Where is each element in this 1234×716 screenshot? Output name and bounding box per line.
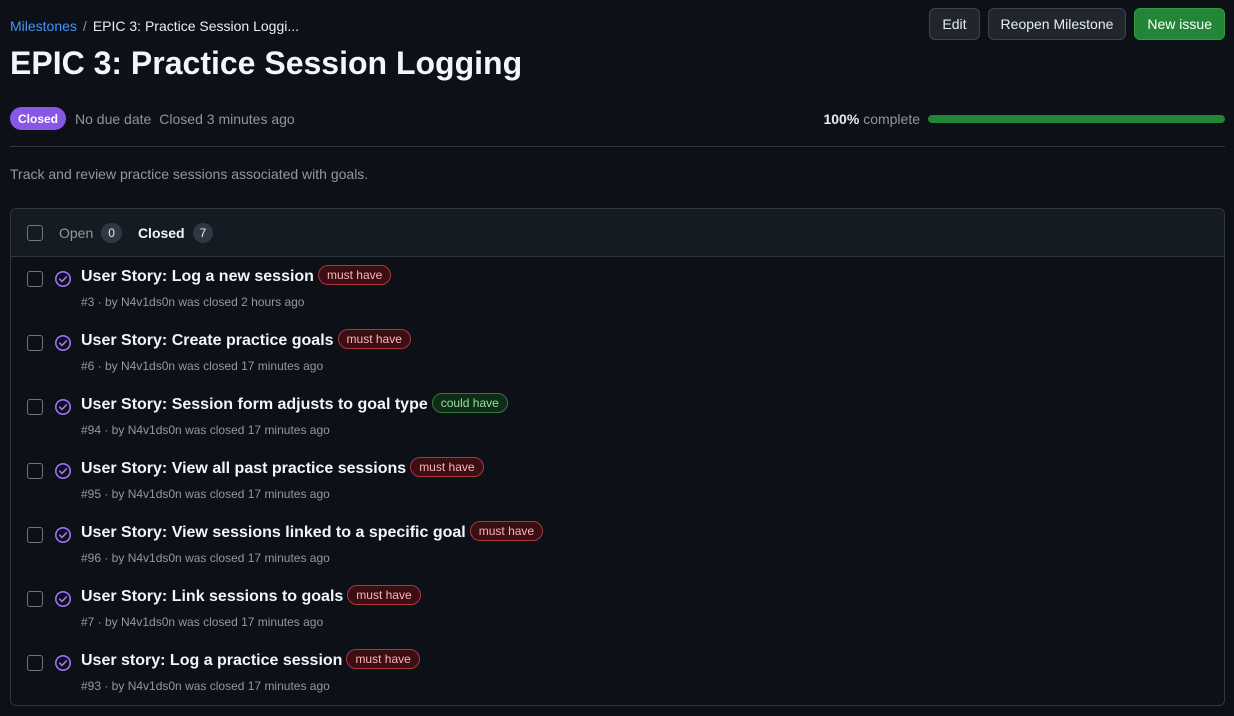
issue-title-line: User Story: Session form adjusts to goal… <box>81 393 508 415</box>
issue-checkbox[interactable] <box>27 463 43 479</box>
milestone-meta-text: No due date Closed 3 minutes ago <box>75 111 295 127</box>
progress-label: 100% complete <box>823 111 920 127</box>
progress-bar-fill <box>928 115 1225 123</box>
issue-title-link[interactable]: User story: Log a practice session <box>81 652 342 670</box>
issue-label[interactable]: must have <box>337 329 411 349</box>
issue-row: User story: Log a practice session must … <box>11 641 1224 705</box>
issue-closed-icon <box>55 527 71 543</box>
issue-title-line: User Story: Log a new session must have <box>81 265 392 287</box>
milestone-description: Track and review practice sessions assoc… <box>10 166 369 182</box>
page-title: EPIC 3: Practice Session Logging <box>10 45 523 81</box>
filter-open-count: 0 <box>101 222 122 243</box>
issue-meta: #94 · by N4v1ds0n was closed 17 minutes … <box>81 423 330 437</box>
status-badge: Closed <box>10 107 67 130</box>
issue-checkbox[interactable] <box>27 655 43 671</box>
issue-title-line: User Story: View all past practice sessi… <box>81 457 484 479</box>
issue-checkbox[interactable] <box>27 591 43 607</box>
issue-meta: #95 · by N4v1ds0n was closed 17 minutes … <box>81 487 330 501</box>
issue-closed-icon <box>55 655 71 671</box>
issue-title-line: User story: Log a practice session must … <box>81 649 420 671</box>
select-all-checkbox[interactable] <box>27 224 43 241</box>
issue-meta: #7 · by N4v1ds0n was closed 17 minutes a… <box>81 615 324 629</box>
issue-row: User Story: Session form adjusts to goal… <box>11 385 1224 449</box>
filter-closed-label: Closed <box>137 224 185 241</box>
issue-label[interactable]: could have <box>431 393 508 413</box>
issue-title-link[interactable]: User Story: Link sessions to goals <box>81 588 343 606</box>
issue-title-link[interactable]: User Story: View all past practice sessi… <box>81 460 406 478</box>
filter-open[interactable]: Open 0 <box>59 222 122 243</box>
breadcrumb-current: EPIC 3: Practice Session Loggi... <box>92 18 300 34</box>
issue-closed-icon <box>55 399 71 415</box>
milestone-meta: Closed No due date Closed 3 minutes ago 1… <box>10 107 1225 131</box>
top-bar: Milestones / EPIC 3: Practice Session Logg… <box>10 8 1225 40</box>
issue-row: User Story: Create practice goals must h… <box>11 321 1224 385</box>
issue-checkbox[interactable] <box>27 399 43 415</box>
issue-checkbox[interactable] <box>27 335 43 351</box>
issue-row: User Story: Link sessions to goals must … <box>11 577 1224 641</box>
issue-meta: #96 · by N4v1ds0n was closed 17 minutes … <box>81 551 330 565</box>
breadcrumb: Milestones / EPIC 3: Practice Session Logg… <box>10 18 299 34</box>
closed-time: Closed 3 minutes ago <box>159 111 295 127</box>
issue-meta: #93 · by N4v1ds0n was closed 17 minutes … <box>81 679 330 693</box>
breadcrumb-milestones-link[interactable]: Milestones <box>10 18 77 34</box>
issue-title-line: User Story: Create practice goals must h… <box>81 329 411 351</box>
divider <box>10 146 1225 147</box>
issue-checkbox[interactable] <box>27 271 43 287</box>
issue-closed-icon <box>55 335 71 351</box>
issue-title-line: User Story: Link sessions to goals must … <box>81 585 421 607</box>
issue-row: User Story: View all past practice sessi… <box>11 449 1224 513</box>
reopen-milestone-button[interactable]: Reopen Milestone <box>987 8 1127 40</box>
due-date: No due date <box>75 111 152 127</box>
progress-word: complete <box>863 111 920 127</box>
issue-title-link[interactable]: User Story: Session form adjusts to goal… <box>81 396 428 414</box>
issue-label[interactable]: must have <box>410 457 484 477</box>
new-issue-button[interactable]: New issue <box>1134 8 1225 40</box>
progress-percent: 100% <box>823 111 860 127</box>
milestone-page: Milestones / EPIC 3: Practice Session Logg… <box>0 0 1234 716</box>
issue-row: User Story: Log a new session must have … <box>11 257 1224 321</box>
issue-closed-icon <box>55 463 71 479</box>
issue-row: User Story: View sessions linked to a sp… <box>11 513 1224 577</box>
breadcrumb-separator: / <box>82 18 87 34</box>
progress-bar <box>928 115 1225 123</box>
filter-closed[interactable]: Closed 7 <box>137 222 214 243</box>
issue-closed-icon <box>55 271 71 287</box>
issue-title-line: User Story: View sessions linked to a sp… <box>81 521 544 543</box>
issue-closed-icon <box>55 591 71 607</box>
progress: 100% complete <box>823 111 1225 127</box>
issue-rows: User Story: Log a new session must have … <box>11 257 1224 705</box>
filter-open-label: Open <box>59 224 94 241</box>
issue-checkbox[interactable] <box>27 527 43 543</box>
issues-list-header: Open 0 Closed 7 <box>11 209 1224 257</box>
issue-title-link[interactable]: User Story: Log a new session <box>81 268 314 286</box>
issue-meta: #6 · by N4v1ds0n was closed 17 minutes a… <box>81 359 324 373</box>
issue-label[interactable]: must have <box>346 649 420 669</box>
edit-button[interactable]: Edit <box>929 8 980 40</box>
header-actions: Edit Reopen Milestone New issue <box>929 8 1225 40</box>
issue-title-link[interactable]: User Story: View sessions linked to a sp… <box>81 524 466 542</box>
issue-title-link[interactable]: User Story: Create practice goals <box>81 332 334 350</box>
issues-list: Open 0 Closed 7 User Story: Log a new se… <box>10 208 1225 706</box>
issue-label[interactable]: must have <box>317 265 392 285</box>
issue-meta: #3 · by N4v1ds0n was closed 2 hours ago <box>81 295 305 309</box>
issue-label[interactable]: must have <box>469 521 544 541</box>
issue-label[interactable]: must have <box>347 585 421 605</box>
filter-closed-count: 7 <box>192 222 214 243</box>
